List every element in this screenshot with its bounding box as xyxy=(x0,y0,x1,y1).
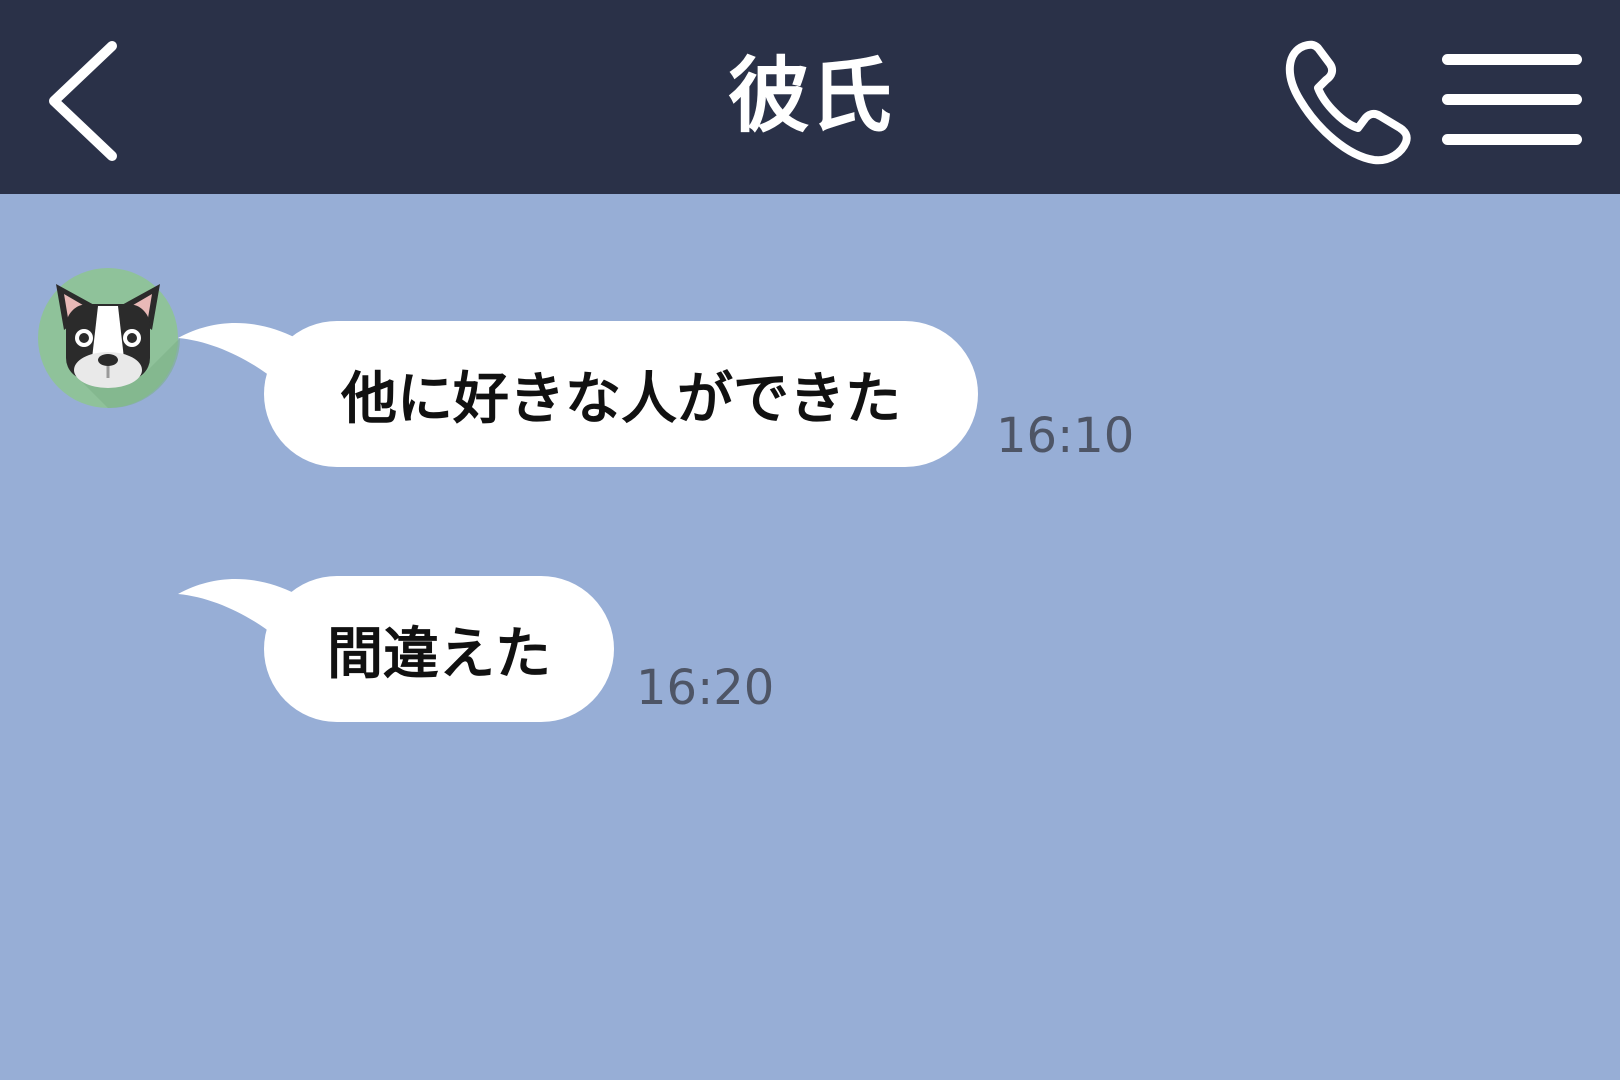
menu-button[interactable] xyxy=(1436,48,1586,152)
contact-avatar[interactable] xyxy=(36,266,180,410)
message-time: 16:10 xyxy=(996,408,1135,464)
message-bubble[interactable]: 他に好きな人ができた xyxy=(264,321,978,467)
chat-header: 彼氏 xyxy=(0,0,1620,194)
message-text: 間違えた xyxy=(327,621,551,687)
hamburger-menu-icon xyxy=(1436,48,1586,152)
french-bulldog-icon xyxy=(38,268,180,409)
back-button[interactable] xyxy=(40,36,130,166)
call-button[interactable] xyxy=(1282,38,1412,168)
chevron-left-icon xyxy=(49,41,117,161)
message-bubble[interactable]: 間違えた xyxy=(264,576,614,722)
message-text: 他に好きな人ができた xyxy=(341,366,901,432)
phone-icon xyxy=(1285,40,1411,165)
message-time: 16:20 xyxy=(636,660,775,716)
